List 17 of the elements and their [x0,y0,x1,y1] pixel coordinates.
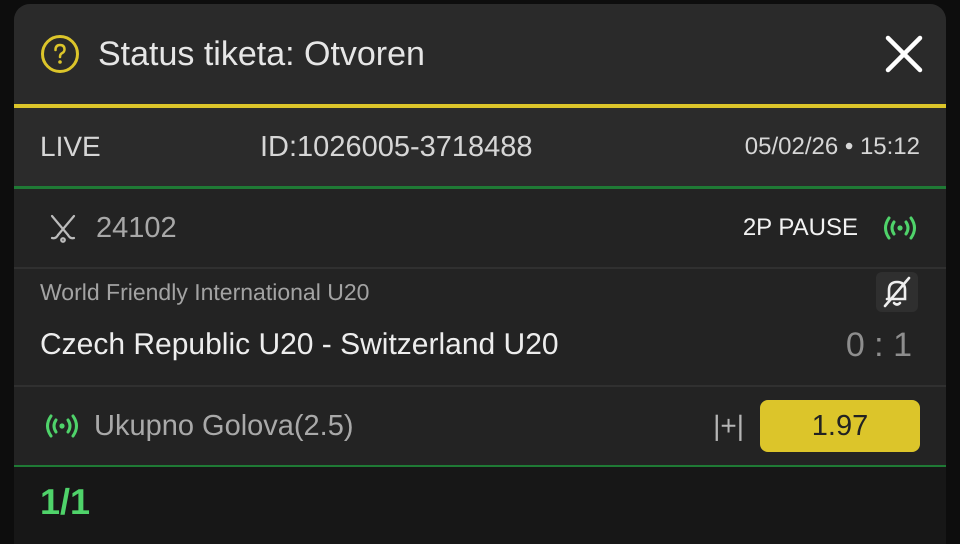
league-name: World Friendly International U20 [40,278,370,306]
ticket-id: ID:1026005-3718488 [260,130,534,164]
dialog-title: Status tiketa: Otvoren [98,34,426,74]
ticket-type: LIVE [40,131,102,163]
bell-off-icon[interactable] [876,272,918,312]
match-score: 0 : 1 [846,326,913,364]
help-icon [40,34,80,74]
selection-count: 1/1 [40,481,90,523]
odds-value: 1.97 [760,400,920,452]
match-status: 2P PAUSE [742,214,858,242]
crossed-sticks-icon [48,213,78,243]
match-teams: Czech Republic U20 - Switzerland U20 [40,328,560,362]
ticket-datetime: 05/02/26 • 15:12 [744,133,920,161]
close-icon[interactable] [884,34,924,74]
market-name: Ukupno Golova(2.5) [94,410,355,442]
selection-marker: |+| [713,410,744,442]
event-code: 24102 [96,212,178,244]
